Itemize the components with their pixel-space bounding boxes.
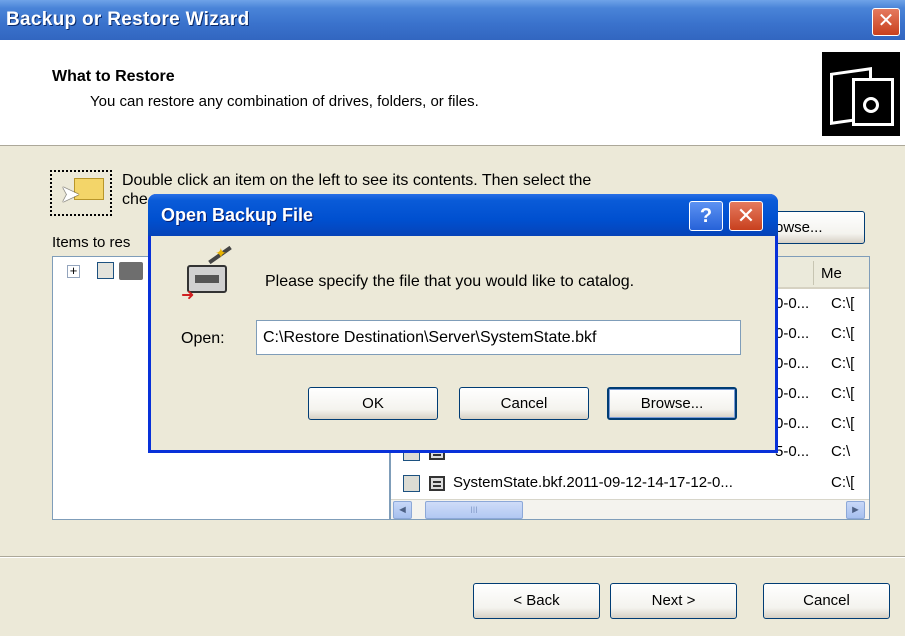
back-button[interactable]: < Back	[473, 583, 600, 619]
page-subtitle: You can restore any combination of drive…	[90, 93, 479, 110]
tree-item-checkbox[interactable]	[97, 262, 114, 279]
ok-button[interactable]: OK	[308, 387, 438, 420]
list-item-name: SystemState.bkf.2011-09-12-14-17-12-0...	[453, 474, 733, 491]
open-file-input[interactable]: C:\Restore Destination\Server\SystemStat…	[256, 320, 741, 355]
column-header-location[interactable]: Me	[821, 265, 842, 282]
open-backup-file-dialog: Open Backup File ? ✕ ✦ ➜ Please specify t…	[148, 194, 778, 453]
dialog-close-icon[interactable]: ✕	[729, 201, 763, 231]
list-item-location: C:\[	[831, 295, 855, 312]
backup-restore-wizard-window: Backup or Restore Wizard ✕ What to Resto…	[0, 0, 905, 636]
list-item-name: 0-0...	[775, 415, 810, 432]
list-item-location: C:\	[831, 443, 851, 460]
title-bar: Backup or Restore Wizard ✕	[0, 0, 905, 40]
items-to-restore-label: Items to res	[52, 234, 131, 251]
file-icon	[429, 476, 445, 491]
horizontal-scrollbar[interactable]: ◄ III ►	[391, 499, 869, 519]
list-item-name: 0-0...	[775, 355, 810, 372]
expand-icon[interactable]: +	[67, 264, 80, 278]
scroll-left-icon[interactable]: ◄	[393, 501, 412, 519]
list-item-checkbox[interactable]	[403, 475, 420, 492]
dialog-message: Please specify the file that you would l…	[265, 273, 635, 290]
scroll-right-icon[interactable]: ►	[846, 501, 865, 519]
wizard-header: What to Restore You can restore any comb…	[0, 40, 905, 146]
close-icon[interactable]: ✕	[872, 8, 900, 36]
page-title: What to Restore	[52, 68, 175, 85]
backup-media-icon	[822, 52, 900, 136]
dialog-browse-button[interactable]: Browse...	[607, 387, 737, 420]
backup-media-icon	[119, 262, 143, 280]
list-item-name: 5-0...	[775, 443, 810, 460]
open-label: Open:	[181, 330, 225, 347]
catalog-tape-icon: ✦ ➜	[181, 245, 237, 304]
list-item-location: C:\[	[831, 325, 855, 342]
dialog-title: Open Backup File	[161, 205, 314, 225]
list-item[interactable]: SystemState.bkf.2011-09-12-14-17-12-0...…	[391, 469, 869, 499]
instruction-text-continued: che	[122, 191, 148, 208]
folder-cursor-icon: ➤	[50, 170, 112, 216]
list-item-location: C:\[	[831, 355, 855, 372]
footer-divider	[0, 556, 905, 558]
help-icon[interactable]: ?	[689, 201, 723, 231]
scrollbar-thumb[interactable]: III	[425, 501, 523, 519]
next-button[interactable]: Next >	[610, 583, 737, 619]
list-item-location: C:\[	[831, 474, 855, 491]
column-separator[interactable]	[813, 261, 814, 285]
list-item-location: C:\[	[831, 415, 855, 432]
dialog-cancel-button[interactable]: Cancel	[459, 387, 589, 420]
cancel-button[interactable]: Cancel	[763, 583, 890, 619]
list-item-name: 0-0...	[775, 325, 810, 342]
list-item-name: 0-0...	[775, 385, 810, 402]
list-item-location: C:\[	[831, 385, 855, 402]
dialog-title-bar: Open Backup File ? ✕	[148, 194, 778, 236]
list-item-name: 0-0...	[775, 295, 810, 312]
window-title: Backup or Restore Wizard	[6, 9, 250, 30]
instruction-text: Double click an item on the left to see …	[122, 172, 592, 189]
